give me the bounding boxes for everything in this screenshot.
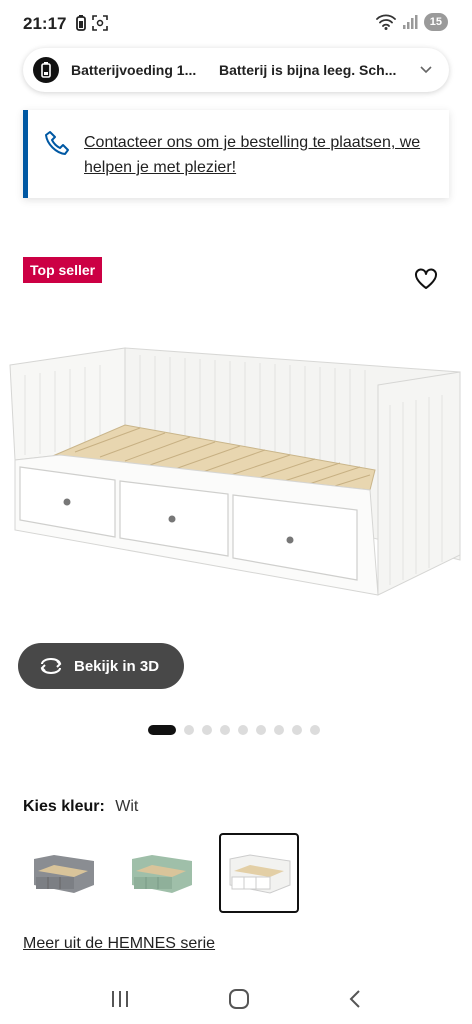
selected-color-value: Wit: [115, 798, 139, 815]
status-icons-left: [76, 15, 108, 31]
top-seller-badge: Top seller: [23, 257, 103, 283]
swatch-white[interactable]: [219, 833, 299, 913]
back-icon[interactable]: [347, 988, 363, 1010]
carousel-dot[interactable]: [220, 725, 230, 735]
status-bar: 21:17 15: [0, 0, 472, 46]
carousel-dot[interactable]: [202, 725, 212, 735]
heart-icon[interactable]: [414, 268, 438, 290]
color-label: Kies kleur:: [23, 798, 105, 815]
carousel-dot[interactable]: [184, 725, 194, 735]
view-in-3d-button[interactable]: Bekijk in 3D: [18, 643, 184, 689]
battery-notification[interactable]: Batterijvoeding 1... Batterij is bijna l…: [23, 48, 449, 92]
status-icons-right: 15: [375, 13, 448, 31]
color-selector-header: Kies kleur: Wit: [23, 798, 138, 816]
carousel-dot[interactable]: [310, 725, 320, 735]
carousel-dot[interactable]: [148, 725, 176, 735]
contact-banner: Contacteer ons om je bestelling te plaat…: [23, 110, 449, 198]
rotate-3d-icon: [40, 658, 62, 674]
product-image[interactable]: [0, 330, 472, 620]
wifi-icon: [375, 14, 396, 30]
image-carousel-indicator: [148, 725, 320, 735]
screenshot-icon: [92, 15, 108, 31]
color-swatches: [23, 833, 299, 913]
carousel-dot[interactable]: [256, 725, 266, 735]
view-in-3d-label: Bekijk in 3D: [74, 657, 160, 675]
swatch-green[interactable]: [121, 833, 201, 913]
recent-apps-icon[interactable]: [109, 989, 131, 1009]
status-time: 21:17: [23, 14, 67, 33]
carousel-dot[interactable]: [292, 725, 302, 735]
phone-icon: [45, 131, 69, 155]
series-link[interactable]: Meer uit de HEMNES serie: [23, 935, 215, 953]
battery-level-badge: 15: [423, 13, 448, 31]
notification-text: Batterij is bijna leeg. Sch...: [219, 62, 397, 78]
battery-saver-icon: [76, 15, 86, 31]
carousel-dot[interactable]: [274, 725, 284, 735]
swatch-grey[interactable]: [23, 833, 103, 913]
contact-link[interactable]: Contacteer ons om je bestelling te plaat…: [84, 130, 444, 198]
battery-icon: [33, 57, 59, 83]
home-icon[interactable]: [228, 988, 250, 1010]
chevron-down-icon[interactable]: [419, 65, 433, 75]
signal-icon: [402, 15, 418, 29]
system-nav-bar: [0, 974, 472, 1024]
notification-title: Batterijvoeding 1...: [71, 62, 197, 78]
carousel-dot[interactable]: [238, 725, 248, 735]
